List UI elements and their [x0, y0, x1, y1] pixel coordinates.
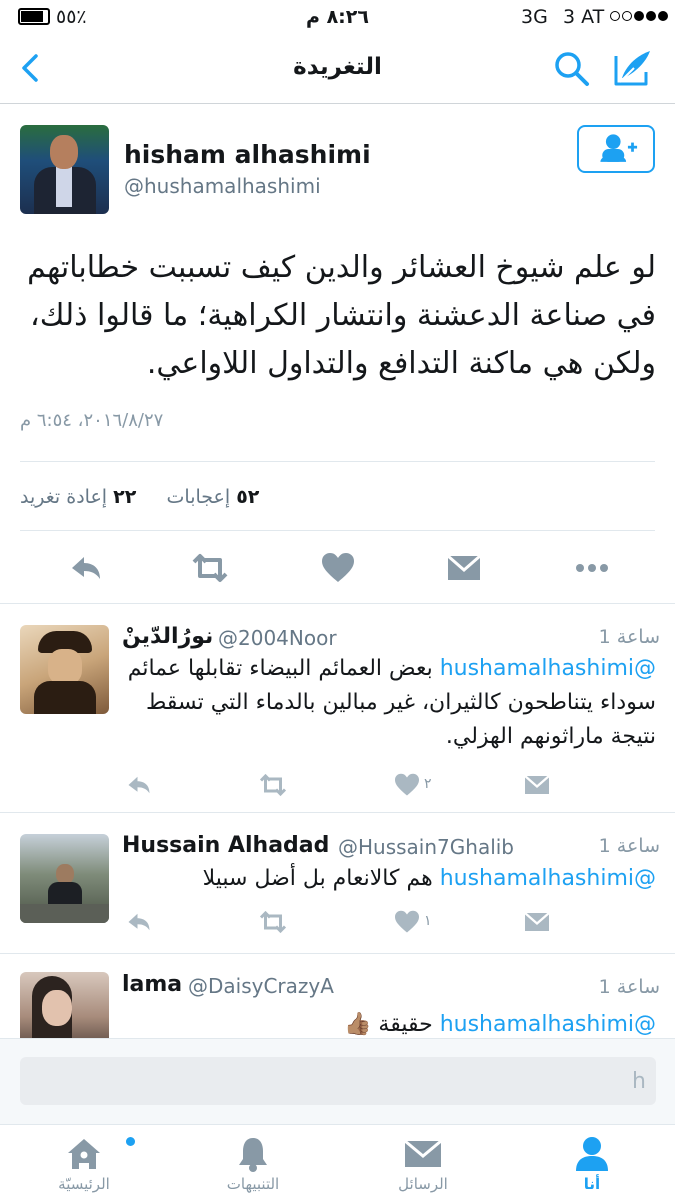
reply-icon[interactable] — [124, 907, 154, 937]
like-heart-icon[interactable] — [318, 548, 358, 588]
tab-label: التنبيهات — [226, 1175, 280, 1193]
reply-time: 1 ساعة — [598, 626, 660, 648]
author-avatar[interactable] — [20, 125, 109, 214]
reply-item[interactable]: 1 ساعة lama @DaisyCrazyA @hushamalhashim… — [0, 954, 675, 1038]
bell-icon — [239, 1138, 267, 1172]
reply-avatar[interactable] — [20, 625, 109, 714]
likes-count[interactable]: ٥٢ — [236, 486, 259, 508]
reply-text-body: هم كالانعام بل أضل سبيلا — [202, 866, 433, 891]
nav-bar: التغريدة — [0, 36, 675, 104]
tab-home[interactable]: الرئيسيّة — [24, 1131, 144, 1199]
add-user-icon — [600, 134, 638, 162]
tab-messages[interactable]: الرسائل — [363, 1131, 483, 1199]
person-icon — [576, 1137, 608, 1171]
main-tweet: hisham alhashimi @hushamalhashimi لو علم… — [0, 104, 675, 604]
reply-author-name[interactable]: Hussain Alhadad — [122, 833, 329, 858]
reply-like-count: ١ — [424, 913, 432, 929]
notification-dot — [126, 1137, 135, 1146]
follow-button[interactable] — [577, 125, 655, 173]
author-handle[interactable]: @hushamalhashimi — [124, 174, 321, 198]
retweet-icon[interactable] — [190, 548, 230, 588]
reply-text: @hushamalhashimi حقيقة 👍🏽 — [120, 1008, 656, 1038]
more-options-icon[interactable] — [572, 548, 612, 588]
retweets-count[interactable]: ٢٢ — [113, 486, 136, 508]
tweet-text: لو علم شيوخ العشائر والدين كيف تسببت خطا… — [27, 250, 656, 381]
retweets-label[interactable]: إعادة تغريد — [20, 486, 107, 508]
like-heart-icon[interactable] — [392, 907, 422, 937]
envelope-icon — [404, 1139, 442, 1167]
reply-input[interactable] — [20, 1057, 656, 1105]
tab-label: أنا — [583, 1175, 601, 1193]
reply-icon[interactable] — [66, 548, 106, 588]
tweet-stats: ٥٢ إعجابات ٢٢ إعادة تغريد — [20, 461, 655, 531]
reply-time: 1 ساعة — [598, 976, 660, 998]
reply-item[interactable]: 1 ساعة Hussain Alhadad @Hussain7Ghalib @… — [0, 813, 675, 954]
tweet-date: ٢٠١٦/٨/٢٧، ٦:٥٤ م — [20, 410, 164, 431]
reply-mention[interactable]: @hushamalhashimi — [440, 866, 656, 891]
search-icon[interactable] — [553, 50, 591, 88]
status-bar: ٥٥٪ ٨:٢٦ م 3G 3 AT — [0, 0, 675, 36]
reply-time: 1 ساعة — [598, 835, 660, 857]
retweet-icon[interactable] — [258, 907, 288, 937]
home-icon — [68, 1139, 100, 1169]
reply-avatar[interactable] — [20, 972, 109, 1038]
direct-message-icon[interactable] — [444, 548, 484, 588]
reply-author-handle[interactable]: @2004Noor — [218, 626, 337, 650]
tweet-actions — [0, 544, 675, 594]
direct-message-icon[interactable] — [522, 907, 552, 937]
author-name[interactable]: hisham alhashimi — [124, 140, 371, 169]
reply-text-body: حقيقة 👍🏽 — [344, 1012, 433, 1037]
tab-me[interactable]: أنا — [532, 1131, 652, 1199]
reply-text: @hushamalhashimi هم كالانعام بل أضل سبيل… — [120, 862, 656, 896]
tab-label: الرسائل — [398, 1175, 448, 1193]
direct-message-icon[interactable] — [522, 770, 552, 800]
compose-tweet-icon[interactable] — [612, 48, 654, 88]
reply-author-name[interactable]: نورُالدّينْ — [122, 624, 213, 649]
reply-mention[interactable]: @hushamalhashimi — [440, 656, 656, 681]
reply-icon[interactable] — [124, 770, 154, 800]
reply-text: @hushamalhashimi بعض العمائم البيضاء تقا… — [120, 652, 656, 754]
reply-avatar[interactable] — [20, 834, 109, 923]
likes-label[interactable]: إعجابات — [167, 486, 231, 508]
carrier-name: 3 AT — [563, 6, 605, 28]
reply-author-handle[interactable]: @DaisyCrazyA — [188, 974, 334, 998]
tab-label: الرئيسيّة — [58, 1175, 110, 1193]
reply-item[interactable]: 1 ساعة نورُالدّينْ @2004Noor @hushamalha… — [0, 604, 675, 813]
tab-notifications[interactable]: التنبيهات — [193, 1131, 313, 1199]
signal-icon — [610, 11, 668, 21]
reply-composer — [0, 1038, 675, 1124]
retweet-icon[interactable] — [258, 770, 288, 800]
reply-author-name[interactable]: lama — [122, 972, 182, 997]
like-heart-icon[interactable] — [392, 770, 422, 800]
reply-like-count: ٢ — [424, 776, 432, 792]
reply-mention[interactable]: @hushamalhashimi — [440, 1012, 656, 1037]
tab-bar: الرئيسيّة التنبيهات الرسائل أنا — [0, 1124, 675, 1200]
reply-author-handle[interactable]: @Hussain7Ghalib — [338, 835, 514, 859]
network-type: 3G — [521, 6, 548, 28]
